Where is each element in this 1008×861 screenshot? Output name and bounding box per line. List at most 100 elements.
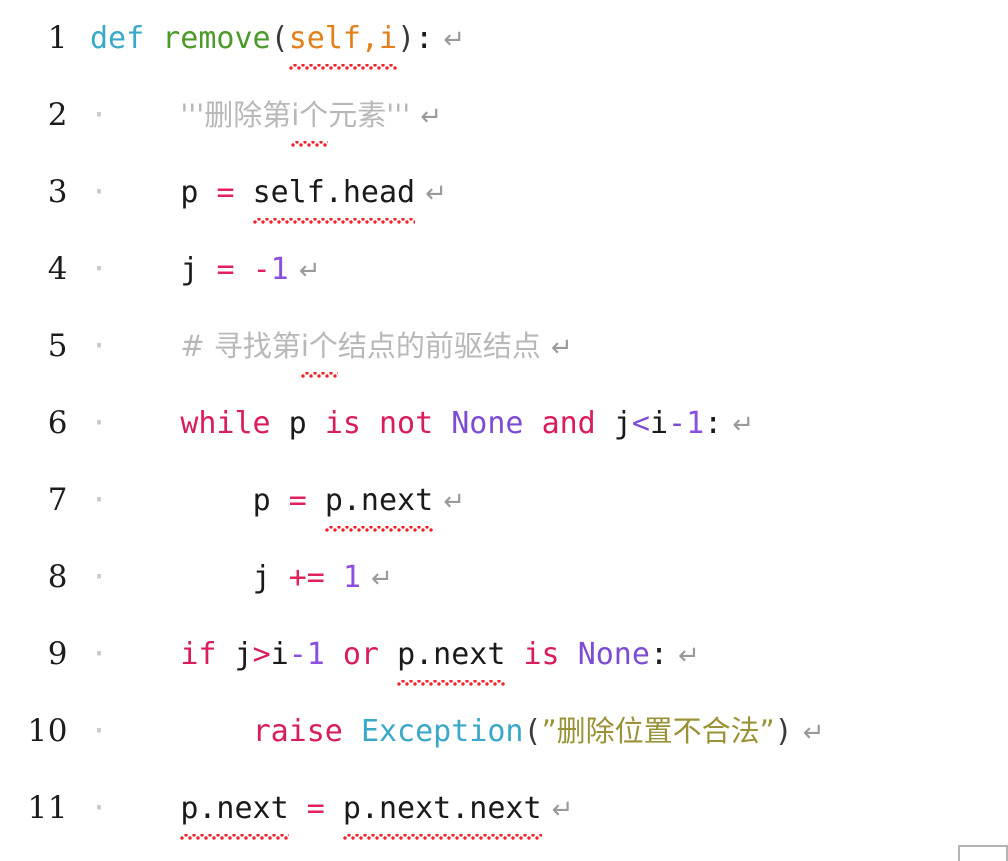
code-token: p.next xyxy=(324,462,434,540)
line-content[interactable]: def remove(self,i): ↵ xyxy=(68,0,1008,79)
code-token: is xyxy=(523,637,560,672)
code-token: ( xyxy=(270,21,289,56)
line-content[interactable]: · while p is not None and j<i-1: ↵ xyxy=(68,385,1008,464)
code-token: j xyxy=(252,560,289,595)
code-line[interactable]: 5 · # 寻找第i个结点的前驱结点 ↵ xyxy=(0,308,1008,385)
code-token: -1 xyxy=(288,637,325,672)
line-content[interactable]: · if j>i-1 or p.next is None: ↵ xyxy=(68,616,1008,695)
whitespace-dot-icon: · xyxy=(90,791,109,826)
line-content[interactable]: · # 寻找第i个结点的前驱结点 ↵ xyxy=(68,308,1008,387)
code-token: p xyxy=(180,175,217,210)
line-content[interactable]: · j += 1 ↵ xyxy=(68,539,1008,618)
code-token: - xyxy=(668,406,687,441)
code-token: None xyxy=(577,637,650,672)
line-number: 8 xyxy=(47,559,68,595)
code-token: 元素''' xyxy=(328,98,411,132)
code-token: = xyxy=(288,483,307,518)
code-token: Exception xyxy=(360,714,524,749)
code-token: p.next xyxy=(397,616,506,694)
code-token: 结点的前驱结点 xyxy=(337,329,541,363)
return-arrow-icon: ↵ xyxy=(732,410,754,440)
code-token: += xyxy=(288,560,325,595)
code-line[interactable]: 2 · '''删除第i个元素''' ↵ xyxy=(0,77,1008,154)
code-line[interactable]: 4 · j = -1 ↵ xyxy=(0,231,1008,308)
code-token: : xyxy=(415,21,434,56)
line-number: 1 xyxy=(47,20,68,56)
code-token: while xyxy=(180,406,271,441)
whitespace-dot-icon: · xyxy=(90,329,109,364)
line-content[interactable]: · p = p.next ↵ xyxy=(68,462,1008,541)
code-line[interactable]: 8 · j += 1 ↵ xyxy=(0,539,1008,616)
code-token: ”删除位置不合法” xyxy=(541,714,775,748)
line-content[interactable]: · p.next = p.next.next ↵ xyxy=(68,770,1008,849)
return-arrow-icon: ↵ xyxy=(678,641,700,671)
code-token: p.next.next xyxy=(342,770,542,848)
code-token: self.head xyxy=(252,154,415,232)
whitespace-dot-icon: · xyxy=(90,98,109,133)
line-number: 9 xyxy=(47,636,68,672)
code-editor[interactable]: 1 def remove(self,i): ↵ 2 · '''删除第i个元素''' ↵ 3 ·… xyxy=(0,0,1008,861)
code-token: self,i xyxy=(288,0,398,78)
code-line[interactable]: 9 · if j>i-1 or p.next is None: ↵ xyxy=(0,616,1008,693)
code-line[interactable]: 1 def remove(self,i): ↵ xyxy=(0,0,1008,77)
line-content[interactable]: · p = self.head ↵ xyxy=(68,154,1008,233)
code-token: < xyxy=(631,406,650,441)
return-arrow-icon: ↵ xyxy=(298,256,321,286)
return-arrow-icon: ↵ xyxy=(425,179,447,209)
code-token: = xyxy=(306,791,325,826)
code-token: '''删除第 xyxy=(180,98,292,132)
code-token: 1 xyxy=(686,406,705,441)
code-token: and xyxy=(541,406,596,441)
line-number: 10 xyxy=(27,713,68,749)
line-content[interactable]: · j = -1 ↵ xyxy=(68,231,1008,310)
line-content[interactable]: · '''删除第i个元素''' ↵ xyxy=(68,77,1008,156)
code-token: - xyxy=(252,252,271,287)
code-token: def xyxy=(90,21,145,56)
code-token: i个 xyxy=(300,308,338,386)
code-token: ( xyxy=(523,714,542,749)
code-token: is not xyxy=(324,406,434,441)
code-token: j xyxy=(180,252,217,287)
code-token: ) xyxy=(397,21,416,56)
line-number: 3 xyxy=(47,174,68,210)
code-token: : xyxy=(649,637,668,672)
code-line[interactable]: 11 · p.next = p.next.next ↵ xyxy=(0,770,1008,847)
line-number: 6 xyxy=(47,405,68,441)
whitespace-dot-icon: · xyxy=(90,560,109,595)
code-line[interactable]: 7 · p = p.next ↵ xyxy=(0,462,1008,539)
code-token: p xyxy=(270,406,325,441)
code-token: ) xyxy=(774,714,793,749)
whitespace-dot-icon: · xyxy=(90,637,109,672)
code-token: 1 xyxy=(270,252,289,287)
code-token: j xyxy=(595,406,632,441)
code-token: None xyxy=(451,406,524,441)
return-arrow-icon: ↵ xyxy=(802,718,825,748)
code-line[interactable]: 6 · while p is not None and j<i-1: ↵ xyxy=(0,385,1008,462)
line-number: 11 xyxy=(27,790,68,826)
code-token: i个 xyxy=(291,77,329,155)
line-content[interactable]: · raise Exception(”删除位置不合法”) ↵ xyxy=(68,693,1008,772)
code-lines-container[interactable]: 1 def remove(self,i): ↵ 2 · '''删除第i个元素''' ↵ 3 ·… xyxy=(0,0,1008,847)
return-arrow-icon: ↵ xyxy=(551,795,574,825)
code-token: i xyxy=(270,637,289,672)
code-token: if xyxy=(180,637,217,672)
code-line[interactable]: 10 · raise Exception(”删除位置不合法”) ↵ xyxy=(0,693,1008,770)
code-line[interactable]: 3 · p = self.head ↵ xyxy=(0,154,1008,231)
whitespace-dot-icon: · xyxy=(90,406,109,441)
